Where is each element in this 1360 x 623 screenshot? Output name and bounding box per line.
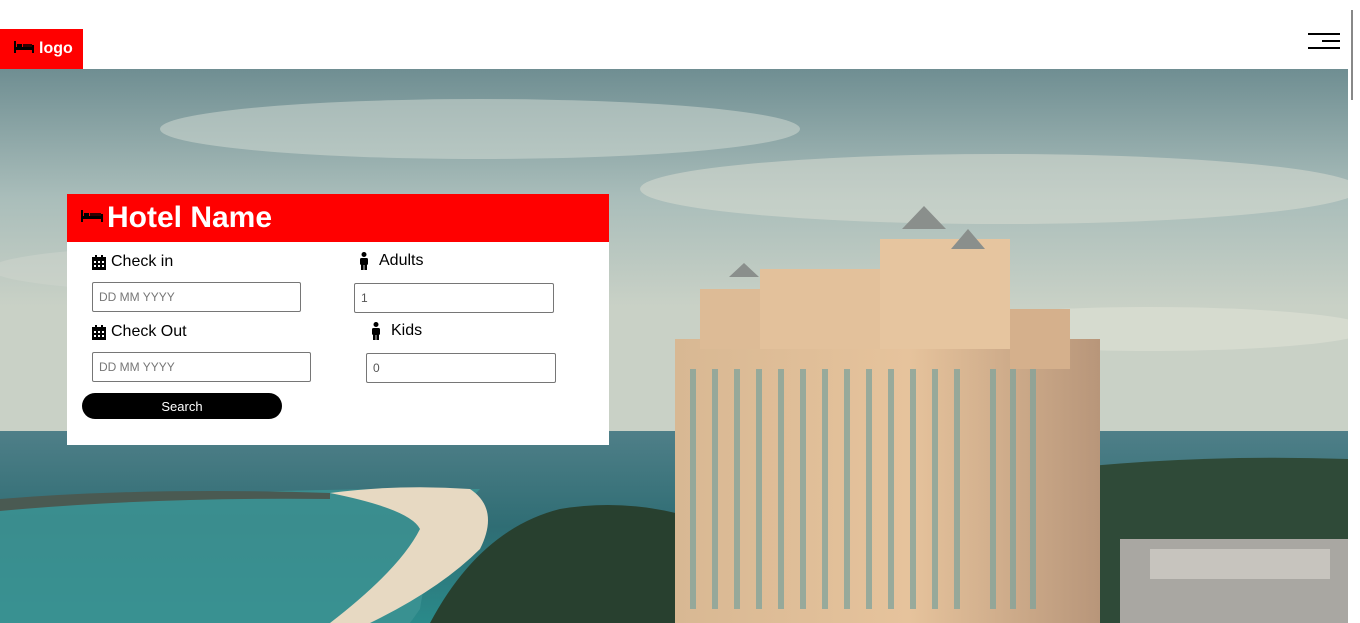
scrollbar[interactable]: [1348, 0, 1360, 623]
site-logo[interactable]: logo: [0, 29, 83, 69]
bed-icon: [81, 209, 103, 227]
check-in-date-input[interactable]: [92, 282, 301, 312]
calendar-icon: [92, 254, 106, 270]
check-out-label: Check Out: [92, 323, 187, 341]
adults-count-input[interactable]: [354, 283, 554, 313]
logo-label: logo: [39, 40, 73, 57]
scrollbar-thumb[interactable]: [1351, 10, 1353, 100]
check-out-date-input[interactable]: [92, 352, 311, 382]
person-icon: [371, 322, 381, 340]
top-navbar: logo: [0, 0, 1348, 69]
bed-icon: [14, 40, 34, 58]
search-button[interactable]: Search: [82, 393, 282, 419]
person-icon: [359, 252, 369, 270]
kids-count-input[interactable]: [366, 353, 556, 383]
check-in-label: Check in: [92, 253, 173, 271]
adults-label: Adults: [359, 252, 423, 270]
kids-label: Kids: [371, 322, 422, 340]
calendar-icon: [92, 324, 106, 340]
booking-card-header: Hotel Name: [67, 194, 609, 242]
hamburger-menu-icon[interactable]: [1308, 33, 1340, 51]
booking-card: Hotel Name Check in Check Out Adults Kid…: [67, 194, 609, 445]
hotel-name-title: Hotel Name: [107, 201, 273, 234]
